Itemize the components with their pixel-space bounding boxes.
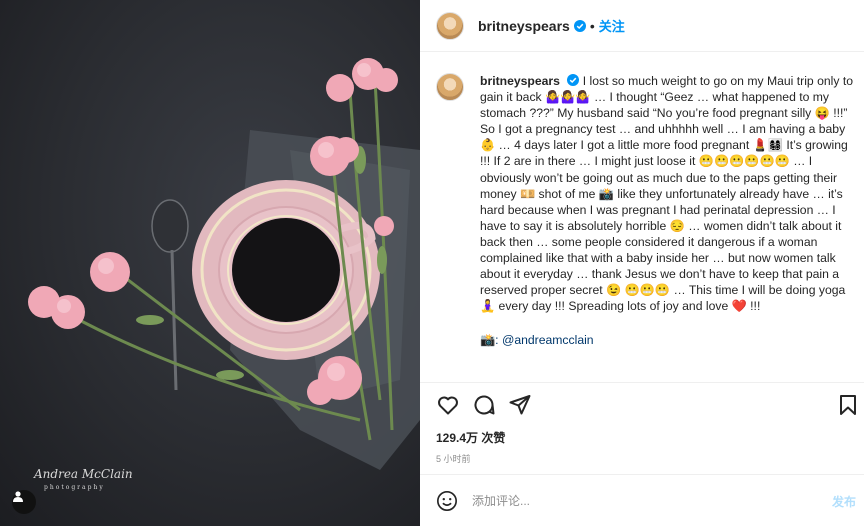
- watermark-main: Andrea McClain: [34, 467, 133, 481]
- header-separator: •: [589, 17, 595, 34]
- caption: britneyspears I lost so much weight to g…: [480, 73, 854, 373]
- verified-badge-icon: [573, 19, 586, 32]
- post-comment-button[interactable]: 发布: [832, 493, 856, 510]
- verified-badge-icon: [567, 74, 580, 86]
- post-photo[interactable]: Andrea McClain photography: [0, 0, 420, 526]
- send-icon[interactable]: [508, 393, 532, 417]
- emoji-icon[interactable]: [436, 490, 458, 512]
- photo-illustration: [28, 58, 420, 470]
- user-icon: [13, 491, 23, 502]
- comment-bar: 发布: [420, 474, 864, 526]
- caption-text: I lost so much weight to go on my Maui t…: [480, 74, 853, 314]
- photo-watermark: Andrea McClain photography: [34, 468, 133, 494]
- comment-input[interactable]: [472, 493, 802, 508]
- watermark-sub: photography: [44, 484, 105, 491]
- post-details-pane: britneyspears • 关注 britneyspears I lost …: [420, 0, 864, 526]
- post-header: britneyspears • 关注: [420, 0, 864, 52]
- caption-area: britneyspears I lost so much weight to g…: [420, 53, 864, 373]
- tagged-users-button[interactable]: [12, 490, 36, 514]
- action-bar: [420, 382, 864, 426]
- post-timestamp[interactable]: 5 小时前: [436, 452, 471, 465]
- photo-credit-link[interactable]: 📸: @andreamcclain: [480, 332, 854, 348]
- follow-button[interactable]: 关注: [599, 16, 625, 35]
- avatar[interactable]: [436, 11, 464, 40]
- caption-avatar[interactable]: [436, 73, 464, 101]
- bookmark-icon[interactable]: [836, 393, 860, 417]
- comment-icon[interactable]: [472, 393, 496, 417]
- like-count[interactable]: 129.4万 次赞: [436, 429, 505, 446]
- header-username[interactable]: britneyspears: [478, 18, 570, 34]
- caption-username[interactable]: britneyspears: [480, 74, 560, 88]
- heart-icon[interactable]: [436, 393, 460, 417]
